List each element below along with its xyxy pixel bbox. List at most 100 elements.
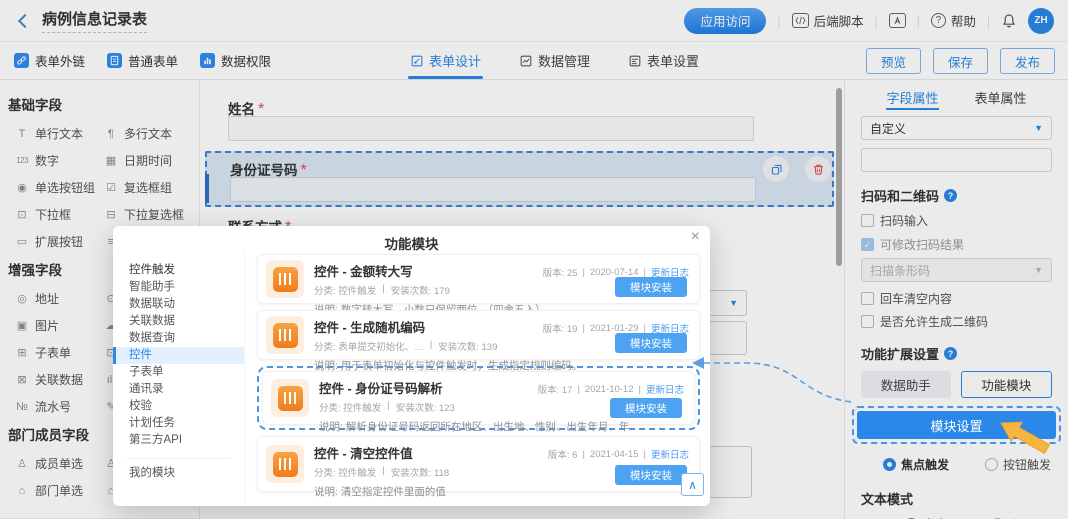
field-dropdown-multi[interactable]: ⊟下拉复选框 (103, 201, 200, 228)
menu-item-validation[interactable]: 校验 (113, 398, 244, 415)
allow-qr-checkbox[interactable]: 是否允许生成二维码 (861, 313, 1052, 330)
module-card-clear-value[interactable]: 控件 - 清空控件值 版本: 6|2021-04-15|更新日志 分类: 控件触… (257, 436, 700, 492)
related-data-icon: ⊠ (14, 373, 30, 386)
module-card-main: 控件 - 清空控件值 版本: 6|2021-04-15|更新日志 分类: 控件触… (314, 443, 689, 485)
help-icon[interactable]: ? (944, 347, 957, 360)
menu-item-smart-assistant[interactable]: 智能助手 (113, 279, 244, 296)
dropdown-icon: ⊡ (14, 208, 30, 221)
changelog-link[interactable]: 更新日志 (651, 447, 689, 461)
page-title[interactable]: 病例信息记录表 (42, 8, 147, 33)
form-external-link[interactable]: 表单外链 (14, 51, 85, 70)
selected-field-idcard[interactable]: 身份证号码* (205, 151, 834, 207)
tab-field-properties[interactable]: 字段属性 (886, 84, 938, 110)
field-subform[interactable]: ⊞子表单 (14, 339, 103, 366)
menu-item-control-trigger[interactable]: 控件触发 (113, 262, 244, 279)
checkbox-icon (861, 315, 874, 328)
changelog-link[interactable]: 更新日志 (646, 382, 684, 396)
barcode-icon (273, 323, 298, 348)
tab-form-settings[interactable]: 表单设置 (628, 42, 699, 79)
ext-section-header: 功能扩展设置 ? (861, 344, 1052, 363)
menu-item-data-query[interactable]: 数据查询 (113, 330, 244, 347)
menu-item-scheduled-task[interactable]: 计划任务 (113, 415, 244, 432)
menu-item-data-linkage[interactable]: 数据联动 (113, 296, 244, 313)
module-card-amount-uppercase[interactable]: 控件 - 金额转大写 版本: 25|2020-07-14|更新日志 分类: 控件… (257, 254, 700, 304)
divider: | (917, 14, 920, 28)
menu-item-controls[interactable]: 控件 (113, 347, 244, 364)
help-icon[interactable]: ? (944, 189, 957, 202)
tab-data-manage[interactable]: 数据管理 (519, 42, 590, 79)
field-address[interactable]: ◎地址 (14, 285, 103, 312)
field-image[interactable]: ▣图片 (14, 312, 103, 339)
data-permission-link[interactable]: 数据权限 (200, 51, 271, 70)
language-icon[interactable] (889, 13, 906, 28)
module-settings-button[interactable]: 模块设置 (857, 411, 1056, 439)
field-multi-line-text[interactable]: ¶多行文本 (103, 120, 200, 147)
custom-select[interactable]: 自定义 ▼ (861, 116, 1052, 140)
app-access-button[interactable]: 应用访问 (684, 8, 766, 34)
radio-icon: ◉ (14, 181, 30, 194)
design-tabs: 表单设计 数据管理 表单设置 (410, 42, 699, 79)
field-expand-button[interactable]: ▭扩展按钮 (14, 228, 103, 255)
module-title: 控件 - 身份证号码解析 (319, 378, 443, 397)
trigger-radio-group: 焦点触发 按钮触发 (861, 456, 1052, 473)
delete-field-button[interactable] (805, 156, 831, 182)
install-module-button[interactable]: 模块安装 (615, 465, 687, 485)
publish-button[interactable]: 发布 (1000, 48, 1055, 74)
install-module-button[interactable]: 模块安装 (610, 398, 682, 418)
field-radio-group[interactable]: ◉单选按钮组 (14, 174, 103, 201)
top-header: 病例信息记录表 应用访问 | 后端脚本 | | ? 帮助 | Z (0, 0, 1068, 42)
enter-clear-checkbox[interactable]: 回车清空内容 (861, 290, 1052, 307)
help-label: 帮助 (951, 11, 976, 30)
modify-result-checkbox[interactable]: ✓可修改扫码结果 (861, 236, 1052, 253)
scan-input-checkbox[interactable]: 扫码输入 (861, 212, 1052, 229)
properties-panel: 字段属性 表单属性 自定义 ▼ 扫码和二维码 ? 扫码输入 ✓可修改扫码结果 扫… (844, 80, 1068, 519)
field-checkbox-group[interactable]: ☑复选框组 (103, 174, 200, 201)
idcard-input[interactable] (230, 177, 756, 202)
field-single-line-text[interactable]: T单行文本 (14, 120, 103, 147)
save-button[interactable]: 保存 (933, 48, 988, 74)
install-module-button[interactable]: 模块安装 (615, 277, 687, 297)
header-actions: 应用访问 | 后端脚本 | | ? 帮助 | ZH (684, 8, 1054, 34)
module-version: 版本: 25 (543, 265, 578, 279)
field-label: 图片 (35, 317, 59, 334)
button-trigger-radio[interactable]: 按钮触发 (985, 456, 1051, 473)
install-module-button[interactable]: 模块安装 (615, 333, 687, 353)
field-value-input[interactable] (861, 148, 1052, 172)
menu-item-my-modules[interactable]: 我的模块 (113, 465, 244, 482)
close-icon[interactable]: × (691, 229, 700, 245)
copy-field-button[interactable] (763, 156, 789, 182)
menu-item-subform[interactable]: 子表单 (113, 364, 244, 381)
name-input[interactable] (228, 116, 754, 141)
divider: | (987, 14, 990, 28)
data-assistant-button[interactable]: 数据助手 (861, 371, 951, 398)
help-button[interactable]: ? 帮助 (931, 11, 976, 30)
field-dept-single[interactable]: ⌂部门单选 (14, 477, 103, 504)
function-module-button[interactable]: 功能模块 (961, 371, 1053, 398)
back-icon[interactable] (18, 13, 32, 27)
backend-script-button[interactable]: 后端脚本 (792, 11, 864, 30)
menu-item-third-party-api[interactable]: 第三方API (113, 432, 244, 449)
canvas-scrollbar[interactable] (836, 88, 842, 266)
module-card-random-code[interactable]: 控件 - 生成随机编码 版本: 19|2021-01-29|更新日志 分类: 表… (257, 310, 700, 360)
module-card-idcard-parse[interactable]: 控件 - 身份证号码解析 版本: 17|2021-10-12|更新日志 分类: … (262, 371, 695, 425)
field-member-single[interactable]: ♙成员单选 (14, 450, 103, 477)
menu-item-related-data[interactable]: 关联数据 (113, 313, 244, 330)
field-serial-number[interactable]: №流水号 (14, 393, 103, 420)
field-related-data[interactable]: ⊠关联数据 (14, 366, 103, 393)
field-number[interactable]: 123数字 (14, 147, 103, 174)
field-datetime[interactable]: ▦日期时间 (103, 147, 200, 174)
preview-button[interactable]: 预览 (866, 48, 921, 74)
notification-bell-icon[interactable] (1001, 13, 1017, 29)
tab-form-design[interactable]: 表单设计 (410, 42, 481, 79)
dept-icon: ⌂ (14, 485, 30, 497)
module-tile (266, 260, 304, 298)
module-installs: 安装次数: 139 (438, 339, 497, 353)
normal-form-link[interactable]: 普通表单 (107, 51, 178, 70)
avatar[interactable]: ZH (1028, 8, 1054, 34)
focus-trigger-radio[interactable]: 焦点触发 (883, 456, 949, 473)
collapse-button[interactable]: ∧ (681, 473, 704, 496)
tab-form-properties[interactable]: 表单属性 (975, 84, 1027, 110)
field-dropdown[interactable]: ⊡下拉框 (14, 201, 103, 228)
multi-line-text-icon: ¶ (103, 128, 119, 140)
menu-item-contacts[interactable]: 通讯录 (113, 381, 244, 398)
